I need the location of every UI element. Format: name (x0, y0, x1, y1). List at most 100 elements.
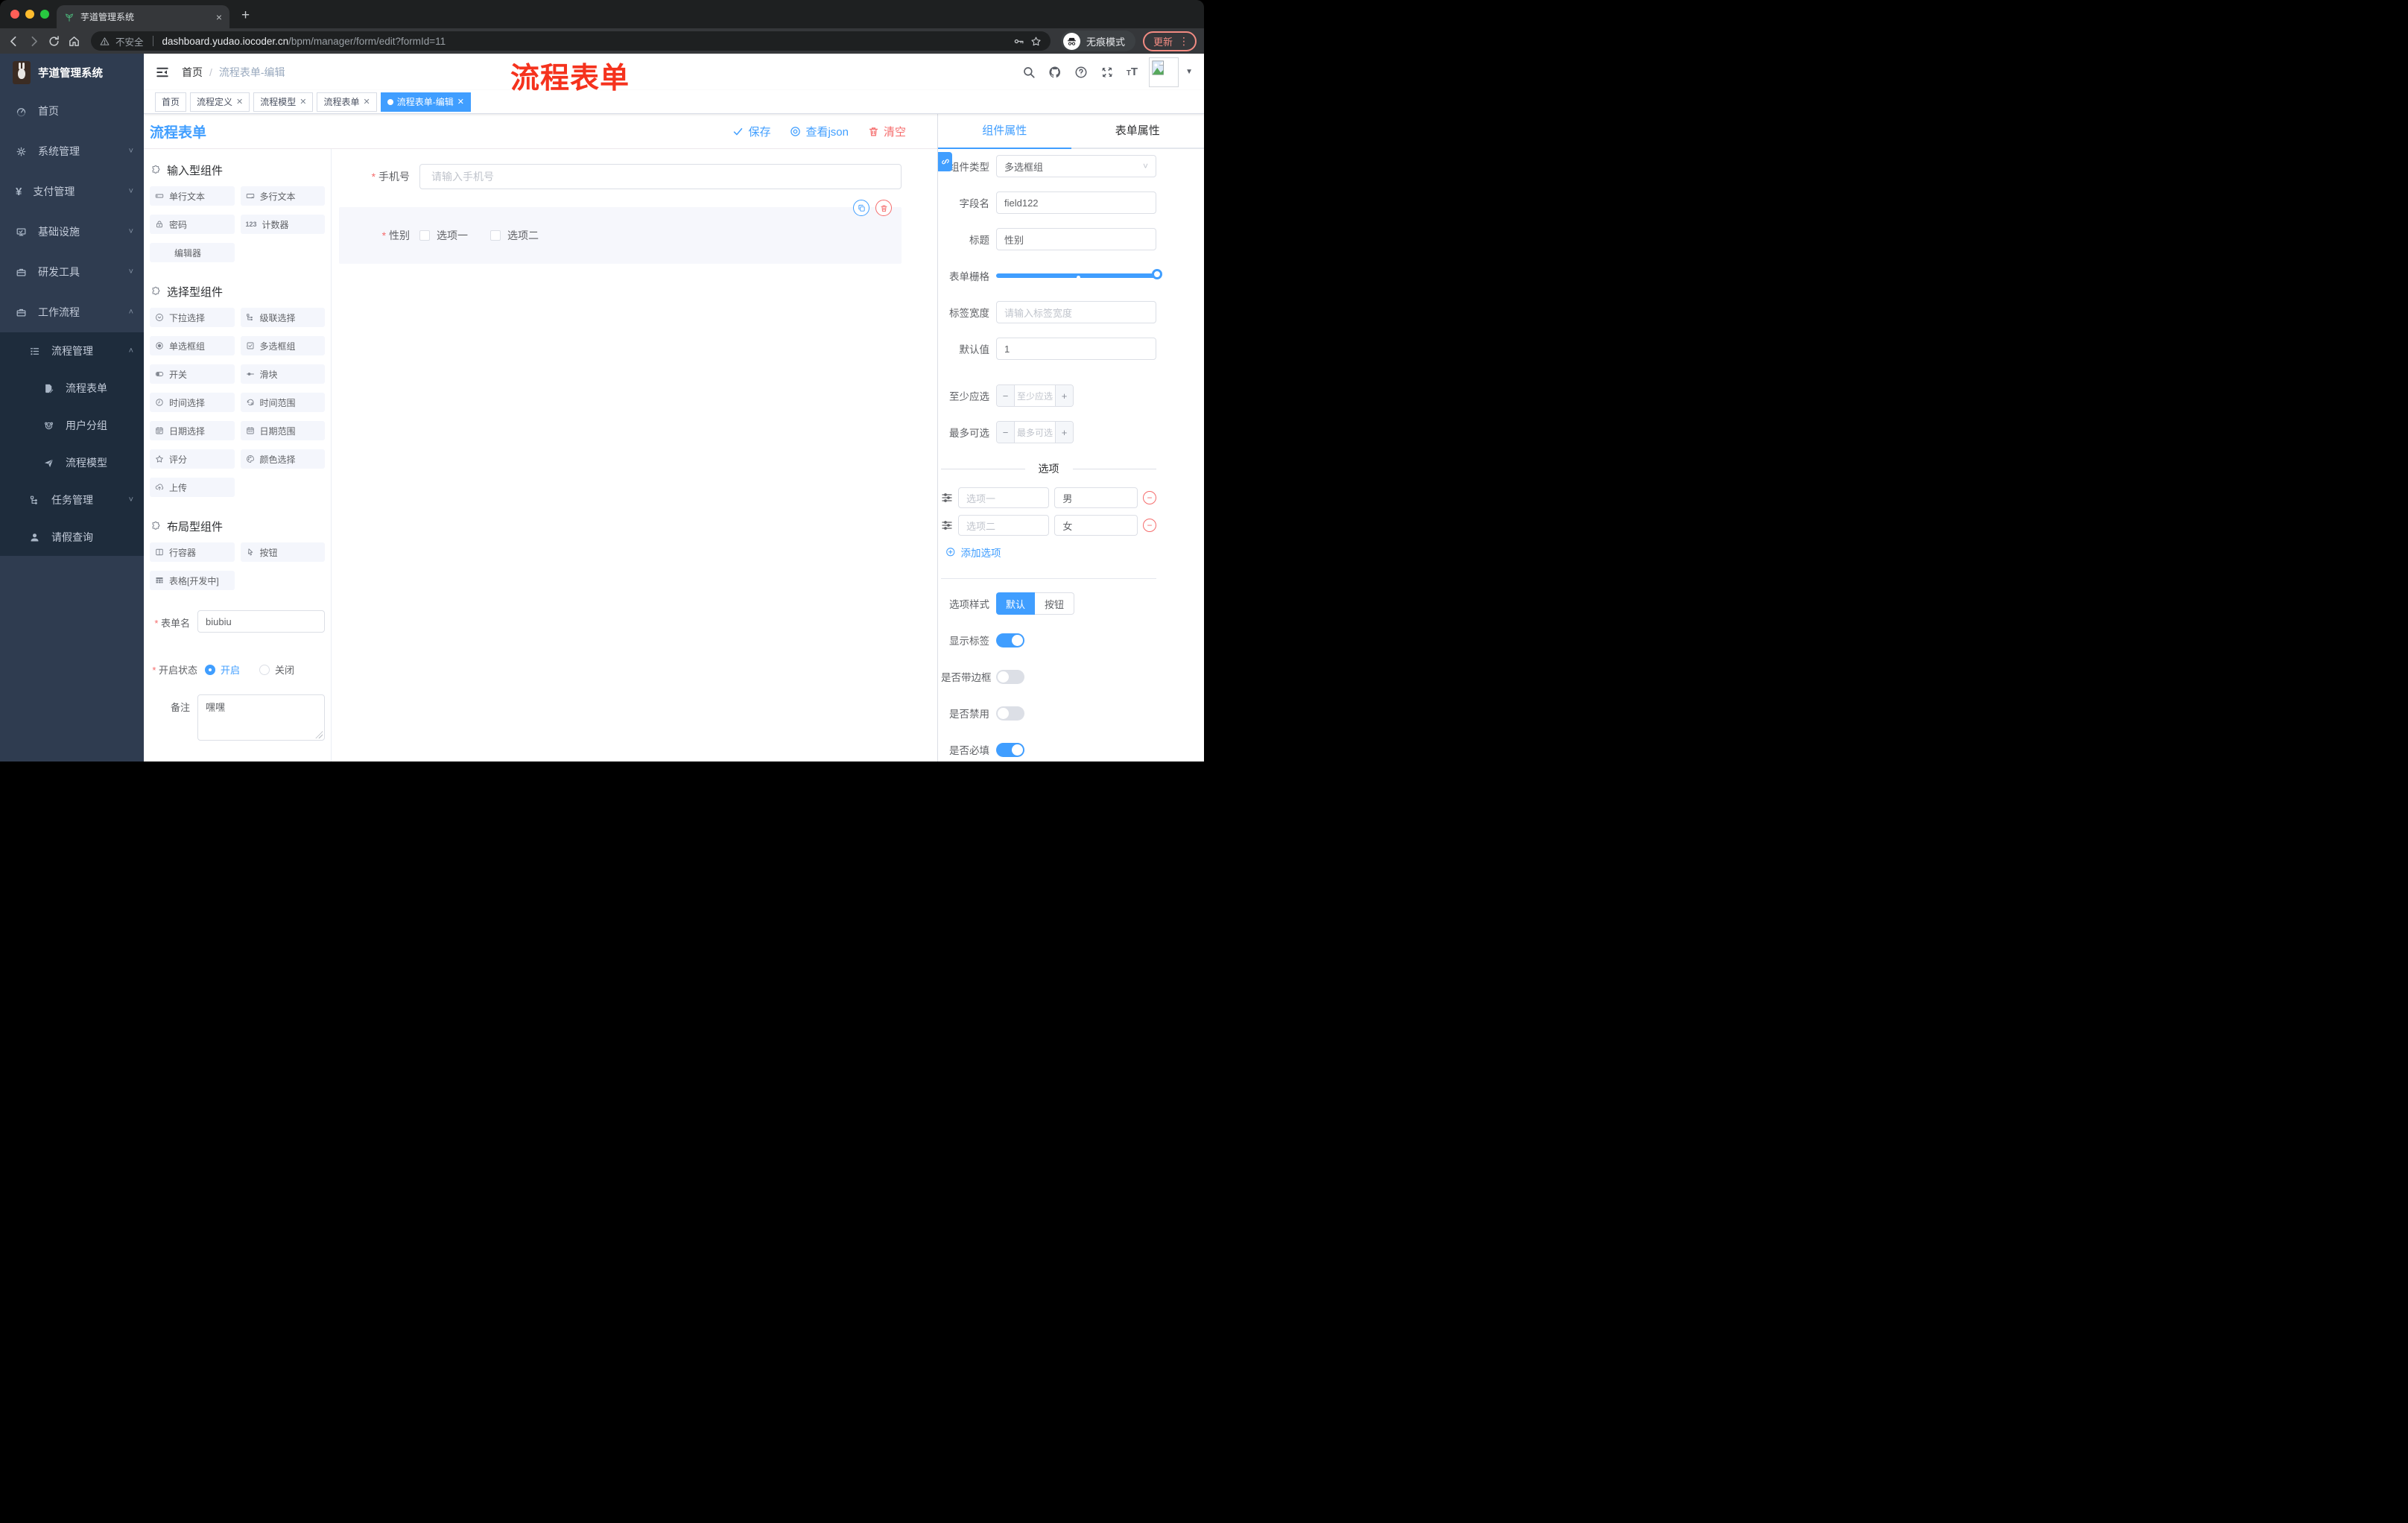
home-icon[interactable] (68, 35, 80, 48)
tag-close-icon[interactable]: ✕ (300, 97, 306, 107)
sidebar-item-leave-query[interactable]: 请假查询 (0, 519, 144, 556)
tab-form-props[interactable]: 表单属性 (1071, 114, 1205, 148)
delete-component-button[interactable] (875, 200, 892, 216)
component-rate[interactable]: 评分 (150, 449, 235, 469)
decrease-button[interactable]: − (997, 385, 1015, 406)
sidebar-item-infra[interactable]: 基础设施 ˅ (0, 212, 144, 252)
sidebar-item-system[interactable]: 系统管理 ˅ (0, 131, 144, 171)
component-radio-group[interactable]: 单选框组 (150, 336, 235, 355)
canvas-phone-field[interactable]: 手机号 请输入手机号 (339, 164, 902, 189)
form-name-input[interactable]: biubiu (197, 610, 325, 633)
view-json-button[interactable]: 查看json (790, 124, 849, 139)
breadcrumb-home[interactable]: 首页 (182, 65, 203, 80)
tag-process-definition[interactable]: 流程定义 ✕ (190, 92, 250, 112)
avatar[interactable] (1149, 57, 1179, 87)
style-button-button[interactable]: 按钮 (1035, 592, 1075, 615)
sidebar-item-process-form[interactable]: 流程表单 (0, 370, 144, 407)
drag-handle-icon[interactable] (941, 492, 953, 504)
title-input[interactable]: 性别 (996, 228, 1156, 250)
sidebar-item-process-model[interactable]: 流程模型 (0, 444, 144, 481)
tag-process-model[interactable]: 流程模型 ✕ (253, 92, 314, 112)
component-multi-line-text[interactable]: 多行文本 (240, 186, 325, 206)
tag-process-form-edit[interactable]: 流程表单-编辑 ✕ (380, 92, 471, 112)
field-name-input[interactable]: field122 (996, 191, 1156, 214)
option1-label-input[interactable]: 选项一 (958, 487, 1050, 508)
min-select-input[interactable]: 至少应选 (1015, 385, 1055, 406)
sidebar-item-devtools[interactable]: 研发工具 ˅ (0, 252, 144, 292)
tag-close-icon[interactable]: ✕ (364, 97, 370, 107)
update-button[interactable]: 更新 ⋮ (1142, 31, 1197, 51)
tab-close-icon[interactable]: × (216, 11, 222, 23)
max-select-input[interactable]: 最多可选 (1015, 422, 1055, 443)
canvas-selected-gender-field[interactable]: 性别 选项一 选项二 (339, 200, 902, 264)
decrease-button[interactable]: − (997, 422, 1015, 443)
component-switch[interactable]: 开关 (150, 364, 235, 384)
component-counter[interactable]: 123 计数器 (240, 215, 325, 234)
sidebar-item-home[interactable]: 首页 (0, 91, 144, 131)
style-default-button[interactable]: 默认 (996, 592, 1036, 615)
tag-close-icon[interactable]: ✕ (236, 97, 243, 107)
default-value-input[interactable]: 1 (996, 338, 1156, 360)
drag-handle-icon[interactable] (941, 519, 953, 531)
remove-option-button[interactable]: − (1143, 519, 1156, 532)
component-date-picker[interactable]: 日期选择 (150, 421, 235, 440)
browser-menu-icon[interactable]: ⋮ (1179, 35, 1189, 48)
tab-component-props[interactable]: 组件属性 (938, 114, 1071, 149)
status-off-radio[interactable]: 关闭 (259, 662, 294, 677)
component-dropdown[interactable]: 下拉选择 (150, 308, 235, 327)
sidebar-item-process-mgmt[interactable]: 流程管理 ˄ (0, 332, 144, 370)
fullscreen-icon[interactable] (1100, 66, 1114, 79)
tag-process-form[interactable]: 流程表单 ✕ (317, 92, 377, 112)
avatar-caret-icon[interactable]: ▼ (1185, 68, 1193, 76)
required-switch[interactable] (996, 742, 1024, 757)
save-button[interactable]: 保存 (732, 124, 770, 139)
search-icon[interactable] (1022, 66, 1036, 79)
sidebar-item-user-group[interactable]: 用户分组 (0, 407, 144, 444)
component-cascader[interactable]: 级联选择 (240, 308, 325, 327)
increase-button[interactable]: + (1055, 385, 1073, 406)
form-grid-slider[interactable] (996, 265, 1162, 287)
add-option-button[interactable]: 添加选项 (945, 545, 1156, 560)
clear-button[interactable]: 清空 (868, 124, 906, 139)
reload-icon[interactable] (48, 35, 60, 48)
maximize-window-button[interactable] (40, 10, 49, 19)
tag-home[interactable]: 首页 (155, 92, 187, 112)
component-slider[interactable]: 滑块 (240, 364, 325, 384)
url-bar[interactable]: 不安全 dashboard.yudao.iocoder.cn/bpm/manag… (91, 31, 1051, 51)
gender-option2-checkbox[interactable]: 选项二 (490, 228, 539, 243)
component-time-range[interactable]: 时间范围 (240, 393, 325, 412)
show-label-switch[interactable] (996, 633, 1024, 647)
gender-option1-checkbox[interactable]: 选项一 (419, 228, 468, 243)
component-single-line-text[interactable]: 单行文本 (150, 186, 235, 206)
option2-label-input[interactable]: 选项二 (958, 515, 1050, 536)
password-key-icon[interactable] (1013, 36, 1024, 47)
security-label[interactable]: 不安全 (115, 34, 144, 48)
new-tab-button[interactable]: + (241, 7, 250, 24)
component-time-picker[interactable]: 时间选择 (150, 393, 235, 412)
status-on-radio[interactable]: 开启 (205, 662, 240, 677)
component-date-range[interactable]: 日期范围 (240, 421, 325, 440)
help-icon[interactable] (1074, 66, 1088, 79)
bookmark-star-icon[interactable] (1030, 36, 1042, 47)
url-text[interactable]: dashboard.yudao.iocoder.cn/bpm/manager/f… (162, 36, 446, 47)
duplicate-component-button[interactable] (853, 200, 869, 216)
link-badge[interactable] (938, 152, 952, 171)
resize-handle[interactable] (315, 731, 323, 738)
sidebar-item-workflow[interactable]: 工作流程 ˄ (0, 292, 144, 332)
checkbox-unchecked-icon[interactable] (490, 230, 501, 241)
component-color-picker[interactable]: 颜色选择 (240, 449, 325, 469)
minimize-window-button[interactable] (25, 10, 34, 19)
slider-handle[interactable] (1152, 269, 1162, 279)
incognito-chip[interactable]: 无痕模式 (1060, 31, 1135, 51)
disabled-switch[interactable] (996, 706, 1024, 721)
sidebar-item-task-mgmt[interactable]: 任务管理 ˅ (0, 481, 144, 519)
component-row-container[interactable]: 行容器 (150, 542, 235, 562)
border-switch[interactable] (996, 669, 1024, 684)
form-remark-textarea[interactable]: 嘿嘿 (197, 694, 325, 741)
component-checkbox-group[interactable]: 多选框组 (240, 336, 325, 355)
back-icon[interactable] (7, 35, 20, 48)
component-table[interactable]: 表格[开发中] (150, 571, 235, 590)
sidebar-collapse-icon[interactable] (156, 66, 169, 79)
sidebar-logo[interactable]: 芋道管理系统 (0, 54, 144, 91)
font-size-icon[interactable]: TT (1127, 66, 1138, 78)
